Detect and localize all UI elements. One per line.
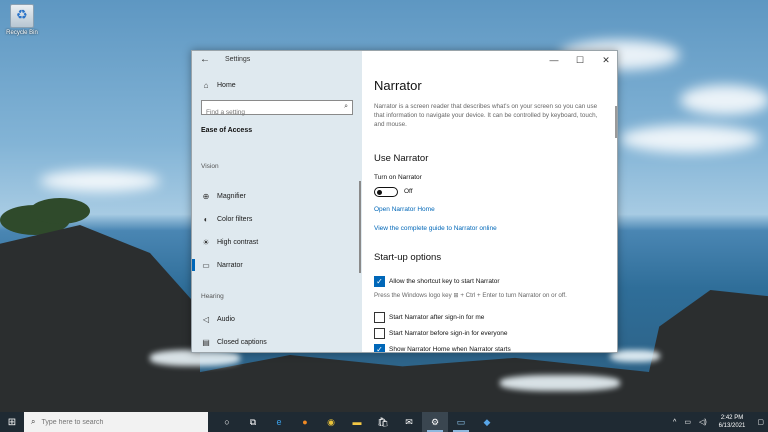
sidebar-item-label: Magnifier: [217, 192, 246, 200]
task-view-icon[interactable]: ⧉: [240, 412, 266, 432]
taskbar-apps: ○ ⧉ e ● ◉ ▬ 🛍 ✉ ⚙ ▭ ◆: [214, 412, 500, 432]
shortcut-hint: Press the Windows logo key ⊞ + Ctrl + En…: [374, 292, 567, 299]
sidebar-item-label: Audio: [217, 315, 235, 323]
start-button[interactable]: ⊞: [0, 412, 24, 432]
minimize-button[interactable]: —: [541, 51, 567, 69]
checkbox-label: Start Narrator before sign-in for everyo…: [389, 330, 508, 337]
sidebar-item-high-contrast[interactable]: ☀ High contrast: [192, 232, 362, 252]
sidebar-item-magnifier[interactable]: ⊕ Magnifier: [192, 186, 362, 206]
startup-options-heading: Start-up options: [374, 252, 442, 263]
audio-icon: ◁: [202, 314, 210, 324]
content-scrollbar[interactable]: [615, 106, 617, 138]
taskbar-search-box[interactable]: ⌕: [24, 412, 208, 432]
use-narrator-heading: Use Narrator: [374, 153, 429, 164]
color-filters-icon: ◐: [203, 214, 209, 224]
sidebar-item-audio[interactable]: ◁ Audio: [192, 309, 362, 329]
nav-group-hearing: Hearing: [201, 293, 224, 300]
nav-section-title: Ease of Access: [201, 127, 253, 134]
sidebar-item-label: Color filters: [217, 215, 253, 223]
remote-desktop-icon[interactable]: ▭: [448, 412, 474, 432]
sidebar-item-label: Narrator: [217, 261, 243, 269]
mail-icon[interactable]: ✉: [396, 412, 422, 432]
show-narrator-home-checkbox[interactable]: ✓: [374, 344, 385, 352]
close-button[interactable]: ✕: [593, 51, 617, 69]
back-arrow-icon[interactable]: ←: [200, 54, 210, 65]
toggle-state-text: Off: [404, 188, 413, 195]
visual-studio-icon[interactable]: ◆: [474, 412, 500, 432]
window-title: Settings: [225, 56, 251, 63]
nav-scrollbar[interactable]: [359, 181, 361, 273]
magnifier-icon: ⊕: [202, 191, 210, 201]
clock-date: 6/13/2021: [718, 423, 746, 429]
checkbox-label: Show Narrator Home when Narrator starts: [389, 346, 511, 353]
cloud: [680, 85, 768, 115]
narrator-content-pane: — ☐ ✕ Narrator Narrator is a screen read…: [362, 51, 617, 353]
cloud: [40, 170, 160, 192]
sidebar-item-label: High contrast: [217, 238, 259, 246]
settings-nav-pane: ← Settings ⌂ Home ⌕ Ease of Access Visio…: [192, 51, 362, 352]
recycle-bin-label: Recycle Bin: [6, 30, 38, 36]
edge-icon[interactable]: e: [266, 412, 292, 432]
checkbox-label: Start Narrator after sign-in for me: [389, 314, 485, 321]
taskbar: ⊞ ⌕ ○ ⧉ e ● ◉ ▬ 🛍 ✉ ⚙ ▭ ◆ ^ ▭ ◁) 2:42 PM…: [0, 412, 768, 432]
narrator-icon: ▭: [202, 260, 210, 270]
find-setting-search[interactable]: ⌕: [201, 100, 353, 119]
cloud: [620, 125, 760, 153]
nav-home[interactable]: ⌂ Home: [192, 75, 362, 95]
shortcut-key-checkbox[interactable]: ✓: [374, 276, 385, 287]
taskbar-search-input[interactable]: [41, 418, 192, 426]
wave-foam: [500, 375, 620, 391]
firefox-icon[interactable]: ●: [292, 412, 318, 432]
title-bar: ← Settings: [192, 51, 362, 71]
start-after-signin-checkbox[interactable]: [374, 312, 385, 323]
recycle-bin-shortcut[interactable]: Recycle Bin: [4, 4, 40, 36]
maximize-button[interactable]: ☐: [567, 51, 593, 69]
checkbox-label: Allow the shortcut key to start Narrator: [389, 278, 500, 285]
window-controls: — ☐ ✕: [541, 51, 617, 69]
recycle-bin-icon: [10, 4, 34, 28]
search-icon[interactable]: ⌕: [344, 103, 348, 111]
open-narrator-home-link[interactable]: Open Narrator Home: [374, 206, 435, 213]
sidebar-item-label: Closed captions: [217, 338, 267, 346]
high-contrast-icon: ☀: [202, 237, 210, 247]
search-input[interactable]: [202, 106, 337, 119]
search-icon: ⌕: [31, 417, 36, 426]
sidebar-item-narrator[interactable]: ▭ Narrator: [192, 255, 362, 275]
home-icon: ⌂: [203, 80, 209, 90]
system-tray: ^ ▭ ◁) 2:42 PM 6/13/2021 ▢: [669, 412, 768, 432]
settings-window: ← Settings ⌂ Home ⌕ Ease of Access Visio…: [191, 50, 618, 353]
sidebar-item-closed-captions[interactable]: ▤ Closed captions: [192, 332, 362, 352]
chevron-up-icon[interactable]: ^: [673, 419, 676, 426]
settings-icon[interactable]: ⚙: [422, 412, 448, 432]
tree: [30, 198, 90, 224]
clock[interactable]: 2:42 PM 6/13/2021: [719, 414, 746, 430]
clock-time: 2:42 PM: [720, 415, 744, 421]
cortana-icon[interactable]: ○: [214, 412, 240, 432]
narrator-guide-link[interactable]: View the complete guide to Narrator onli…: [374, 225, 497, 232]
network-icon[interactable]: ▭: [684, 418, 691, 426]
volume-icon[interactable]: ◁): [699, 418, 707, 426]
turn-on-narrator-label: Turn on Narrator: [374, 174, 422, 181]
nav-group-vision: Vision: [201, 163, 219, 170]
nav-home-label: Home: [217, 81, 236, 89]
sidebar-item-color-filters[interactable]: ◐ Color filters: [192, 209, 362, 229]
notifications-icon[interactable]: ▢: [757, 418, 764, 426]
closed-captions-icon: ▤: [202, 337, 210, 347]
chrome-icon[interactable]: ◉: [318, 412, 344, 432]
narrator-description: Narrator is a screen reader that describ…: [374, 103, 598, 128]
rock: [640, 290, 768, 412]
page-title: Narrator: [374, 78, 422, 93]
file-explorer-icon[interactable]: ▬: [344, 412, 370, 432]
start-before-signin-checkbox[interactable]: [374, 328, 385, 339]
rock: [0, 225, 200, 412]
store-icon[interactable]: 🛍: [370, 412, 396, 432]
narrator-toggle[interactable]: [374, 187, 398, 197]
